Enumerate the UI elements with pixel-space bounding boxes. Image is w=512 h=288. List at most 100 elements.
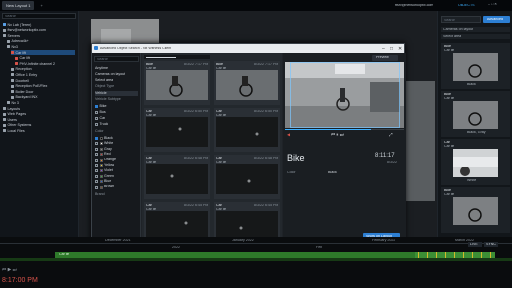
tree-item[interactable]: Local Files (3, 128, 25, 133)
tree-item[interactable]: Web Pages (3, 112, 26, 117)
tree-item[interactable]: Nx 3 (7, 100, 19, 105)
checkbox[interactable] (95, 158, 98, 162)
tree-item[interactable]: Adreca4k+ (7, 39, 29, 44)
checkbox[interactable] (95, 147, 98, 151)
result-card[interactable]: Car 8/3/22 6:48 PM Car lift (214, 155, 280, 199)
month-label: January 2022 (232, 238, 254, 242)
tree-item-icon (3, 34, 6, 38)
color-option[interactable]: Green (95, 174, 114, 179)
playback-controls[interactable]: ⏮ ⏸ ⏭ (331, 133, 344, 138)
color-option[interactable]: Red (95, 152, 111, 157)
bounding-box (290, 62, 400, 128)
close-button[interactable]: ✕ (398, 46, 402, 52)
right-result-card[interactable]: Bike Car lift Black (441, 43, 510, 89)
timeline-scrollbar[interactable] (0, 258, 512, 261)
filter-option[interactable]: Truck (95, 122, 108, 127)
checkbox[interactable] (95, 180, 98, 184)
filter-option[interactable]: Vehicle (95, 91, 138, 96)
zoom-slider[interactable] (146, 56, 176, 58)
right-result-card[interactable]: Car Car lift White (441, 139, 510, 185)
progress-track[interactable] (285, 129, 404, 131)
tree-item[interactable]: Car lift (11, 50, 75, 55)
advanced-button[interactable]: Advanced (483, 16, 510, 23)
result-card[interactable]: Car 8/3/22 6:50 PM Car lift (144, 108, 210, 152)
right-search-input[interactable]: Search (441, 16, 481, 23)
color-option[interactable]: Violet (95, 168, 113, 173)
result-card[interactable]: Bike 8/3/22 7:17 PM Car lift (214, 61, 280, 105)
color-swatch (99, 153, 103, 157)
sync-button[interactable]: SYNC (484, 242, 498, 247)
camera-tile-right[interactable] (405, 81, 435, 201)
checkbox[interactable] (95, 111, 98, 114)
filter-option[interactable]: Anytime (95, 66, 108, 71)
tree-item-label: Backyard INX (15, 95, 38, 100)
checkbox[interactable] (95, 105, 98, 108)
color-option[interactable]: White (95, 141, 113, 146)
right-result-attribute: White (467, 179, 477, 182)
preview-toggle[interactable]: Preview (372, 55, 398, 61)
fullscreen-icon[interactable]: ⤢ (389, 133, 393, 138)
filter-search-input[interactable]: Search (94, 56, 139, 62)
camera-filter-select[interactable]: Cameras on layout (441, 27, 510, 32)
maximize-button[interactable]: □ (390, 46, 393, 52)
tree-item-icon (3, 129, 6, 133)
result-card[interactable]: Car 8/3/22 6:50 PM Car lift (214, 108, 280, 152)
window-controls[interactable]: – □ ✕ (488, 3, 497, 7)
tree-item[interactable]: Layouts (3, 106, 20, 111)
tree-item[interactable]: ftsrv@networkoptix.com (3, 28, 46, 33)
tree-item[interactable]: Boiler Door (11, 89, 33, 94)
add-tab-button[interactable]: + (36, 1, 46, 10)
tree-item[interactable]: Backyard INX (11, 95, 37, 100)
month-label: February 2022 (372, 238, 396, 242)
preview-video[interactable] (285, 62, 404, 128)
search-input[interactable]: Search (2, 13, 76, 19)
filter-option[interactable]: Select area (95, 78, 113, 83)
objects-status[interactable]: OBJECTS (458, 4, 475, 8)
checkbox[interactable] (95, 142, 98, 146)
tree-item[interactable]: Servers (3, 33, 20, 38)
playback-buttons[interactable]: ⏮ ▶ ⏭ (2, 268, 17, 273)
tree-item[interactable]: Car lift (15, 56, 30, 61)
color-option[interactable]: Brown (95, 185, 114, 190)
checkbox[interactable] (95, 153, 98, 157)
tree-item[interactable]: Reception (11, 67, 32, 72)
checkbox[interactable] (95, 169, 98, 173)
checkbox[interactable] (95, 185, 98, 189)
filter-option[interactable]: Cameras on layout (95, 72, 125, 77)
result-time: 8/3/22 7:17 PM (254, 62, 279, 66)
filter-option[interactable]: Car (95, 116, 105, 121)
tree-item[interactable]: Reception PoE/Flex (11, 84, 47, 89)
checkbox[interactable] (95, 117, 98, 120)
color-option[interactable]: Orange (95, 158, 116, 163)
filter-label: Anytime (95, 66, 108, 70)
tab-layout[interactable]: New Layout 1 (2, 1, 35, 10)
user-email[interactable]: ftsrv@networkoptix.com (395, 4, 433, 8)
right-result-card[interactable]: Bike Car lift (441, 187, 510, 233)
results-grid: Bike 8/3/22 7:17 PM Car lift Bike 8/3/22 7:1… (142, 53, 282, 247)
filter-option[interactable]: Bus (95, 110, 106, 115)
area-filter-select[interactable]: Select area (441, 34, 510, 39)
color-option[interactable]: Blue (95, 179, 111, 184)
color-option[interactable]: Black (95, 136, 113, 141)
right-result-card[interactable]: Bike Car lift Black, Gray (441, 91, 510, 137)
checkbox[interactable] (95, 164, 98, 167)
tree-item[interactable]: Office 1 Entry (11, 72, 37, 77)
tree-item[interactable]: Doorbell (11, 78, 29, 83)
tree-item[interactable]: Users (3, 117, 17, 122)
live-button[interactable]: LIVE (468, 242, 482, 247)
tree-item[interactable]: Nx Lab (Teren) (3, 22, 31, 27)
filter-option[interactable]: Bike (95, 104, 107, 109)
result-card[interactable]: Car 8/3/22 6:48 PM Car lift (144, 155, 210, 199)
result-card[interactable]: Bike 8/3/22 7:17 PM Car lift (144, 61, 210, 105)
checkbox[interactable] (95, 123, 98, 126)
tree-item[interactable]: Nx3 (7, 44, 18, 49)
checkbox[interactable] (95, 137, 98, 140)
tree-item[interactable]: PHV-Infinite channel 2 (15, 61, 55, 66)
grid-toolbar (144, 55, 210, 59)
minimize-button[interactable]: – (382, 46, 385, 52)
color-option[interactable]: Yellow (95, 163, 114, 168)
volume-icon[interactable]: ◀ (287, 133, 290, 138)
color-option[interactable]: Gray (95, 147, 112, 152)
tree-item[interactable]: Other Systems (3, 123, 31, 128)
checkbox[interactable] (95, 174, 98, 178)
